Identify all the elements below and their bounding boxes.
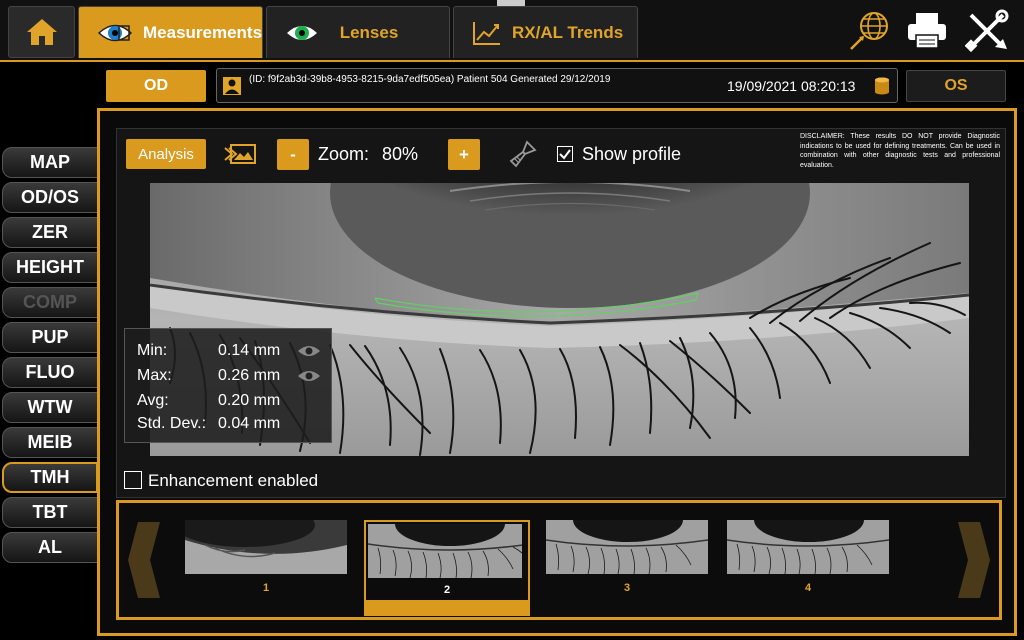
side-menu-fluo[interactable]: FLUO bbox=[2, 357, 98, 388]
tab-measurements-label: Measurements bbox=[143, 22, 263, 42]
thumbnail-1-image bbox=[185, 520, 347, 574]
globe-icon bbox=[850, 12, 888, 50]
thumbnail-3-number: 3 bbox=[623, 582, 631, 594]
od-eye-button[interactable]: OD bbox=[106, 70, 206, 102]
show-profile-checkbox[interactable] bbox=[557, 146, 573, 162]
stat-max-label: Max: bbox=[137, 367, 172, 384]
tab-measurements[interactable]: Measurements bbox=[78, 6, 263, 58]
settings-tools-icon bbox=[965, 9, 1009, 53]
zoom-label: Zoom: bbox=[318, 144, 370, 164]
side-menu-od-os[interactable]: OD/OS bbox=[2, 182, 98, 213]
printer-icon bbox=[908, 13, 946, 49]
tab-lenses-label: Lenses bbox=[339, 22, 399, 42]
eye-measure-icon bbox=[97, 20, 133, 46]
previous-arrow-icon[interactable] bbox=[126, 520, 162, 600]
side-menu-al[interactable]: AL bbox=[2, 532, 98, 563]
lens-icon bbox=[285, 21, 319, 45]
zoom-value: 80% bbox=[382, 144, 419, 164]
show-profile-label: Show profile bbox=[582, 144, 682, 164]
thumbnail-2-number: 2 bbox=[443, 584, 451, 596]
os-eye-button[interactable]: OS bbox=[906, 70, 1006, 102]
zoom-out-button[interactable]: - bbox=[277, 139, 309, 170]
database-icon bbox=[875, 77, 889, 95]
meniscus-stats-panel: Min: 0.14 mm Max: 0.26 mm Avg: 0.20 mm S… bbox=[124, 328, 332, 443]
side-menu-height[interactable]: HEIGHT bbox=[2, 252, 98, 283]
thumbnail-1[interactable]: 1 bbox=[185, 520, 347, 612]
stat-min-value: 0.14 mm bbox=[218, 342, 281, 359]
enhancement-checkbox[interactable] bbox=[124, 471, 142, 489]
disclaimer-text: DISCLAIMER: These results DO NOT provide… bbox=[800, 133, 1000, 169]
stat-std-label: Std. Dev.: bbox=[137, 415, 207, 432]
side-menu-meib[interactable]: MEIB bbox=[2, 427, 98, 458]
stat-avg-value: 0.20 mm bbox=[218, 392, 281, 409]
tab-rx-al-trends[interactable]: RX/AL Trends bbox=[453, 6, 638, 58]
home-button[interactable] bbox=[8, 6, 75, 58]
home-icon bbox=[26, 19, 57, 45]
stat-max-value: 0.26 mm bbox=[218, 367, 281, 384]
analysis-button[interactable]: Analysis bbox=[126, 139, 206, 169]
thumbnail-2-image bbox=[368, 524, 522, 578]
tab-rx-al-trends-label: RX/AL Trends bbox=[512, 22, 624, 42]
next-arrow-icon[interactable] bbox=[956, 520, 992, 600]
thumbnail-2[interactable]: 2 bbox=[364, 520, 530, 616]
stat-min-label: Min: bbox=[137, 342, 168, 359]
thumbnail-3-image bbox=[546, 520, 708, 574]
thumbnail-3[interactable]: 3 bbox=[546, 520, 708, 612]
patient-info-text: (ID: f9f2ab3d-39b8-4953-8215-9da7edf505e… bbox=[249, 74, 611, 85]
thumbnail-4-number: 4 bbox=[804, 582, 812, 594]
tab-lenses[interactable]: Lenses bbox=[266, 6, 450, 58]
enhancement-label: Enhancement enabled bbox=[148, 471, 319, 490]
locate-max-eye-icon[interactable] bbox=[297, 369, 321, 383]
settings-button[interactable] bbox=[964, 8, 1010, 54]
side-menu-comp: COMP bbox=[2, 287, 98, 318]
image-swap-icon[interactable] bbox=[224, 142, 258, 166]
stat-avg-label: Avg: bbox=[137, 392, 169, 409]
brush-icon[interactable] bbox=[507, 138, 539, 170]
stat-std-value: 0.04 mm bbox=[218, 415, 281, 432]
thumbnail-4[interactable]: 4 bbox=[727, 520, 889, 612]
side-menu-tmh[interactable]: TMH bbox=[2, 462, 98, 493]
exam-datetime: 19/09/2021 08:20:13 bbox=[727, 78, 856, 94]
thumbnail-1-number: 1 bbox=[262, 582, 270, 594]
thumbnail-4-image bbox=[727, 520, 889, 574]
language-button[interactable] bbox=[846, 8, 892, 54]
print-button[interactable] bbox=[904, 8, 950, 54]
trend-chart-icon bbox=[472, 20, 502, 46]
patient-icon bbox=[223, 77, 241, 95]
side-menu-zer[interactable]: ZER bbox=[2, 217, 98, 248]
checkmark-icon bbox=[559, 149, 571, 160]
zoom-in-button[interactable]: + bbox=[448, 139, 480, 170]
side-menu-tbt[interactable]: TBT bbox=[2, 497, 98, 528]
locate-min-eye-icon[interactable] bbox=[297, 344, 321, 358]
side-menu-map[interactable]: MAP bbox=[2, 147, 98, 178]
side-menu-wtw[interactable]: WTW bbox=[2, 392, 98, 423]
patient-info-bar: (ID: f9f2ab3d-39b8-4953-8215-9da7edf505e… bbox=[216, 68, 898, 103]
side-menu-pup[interactable]: PUP bbox=[2, 322, 98, 353]
